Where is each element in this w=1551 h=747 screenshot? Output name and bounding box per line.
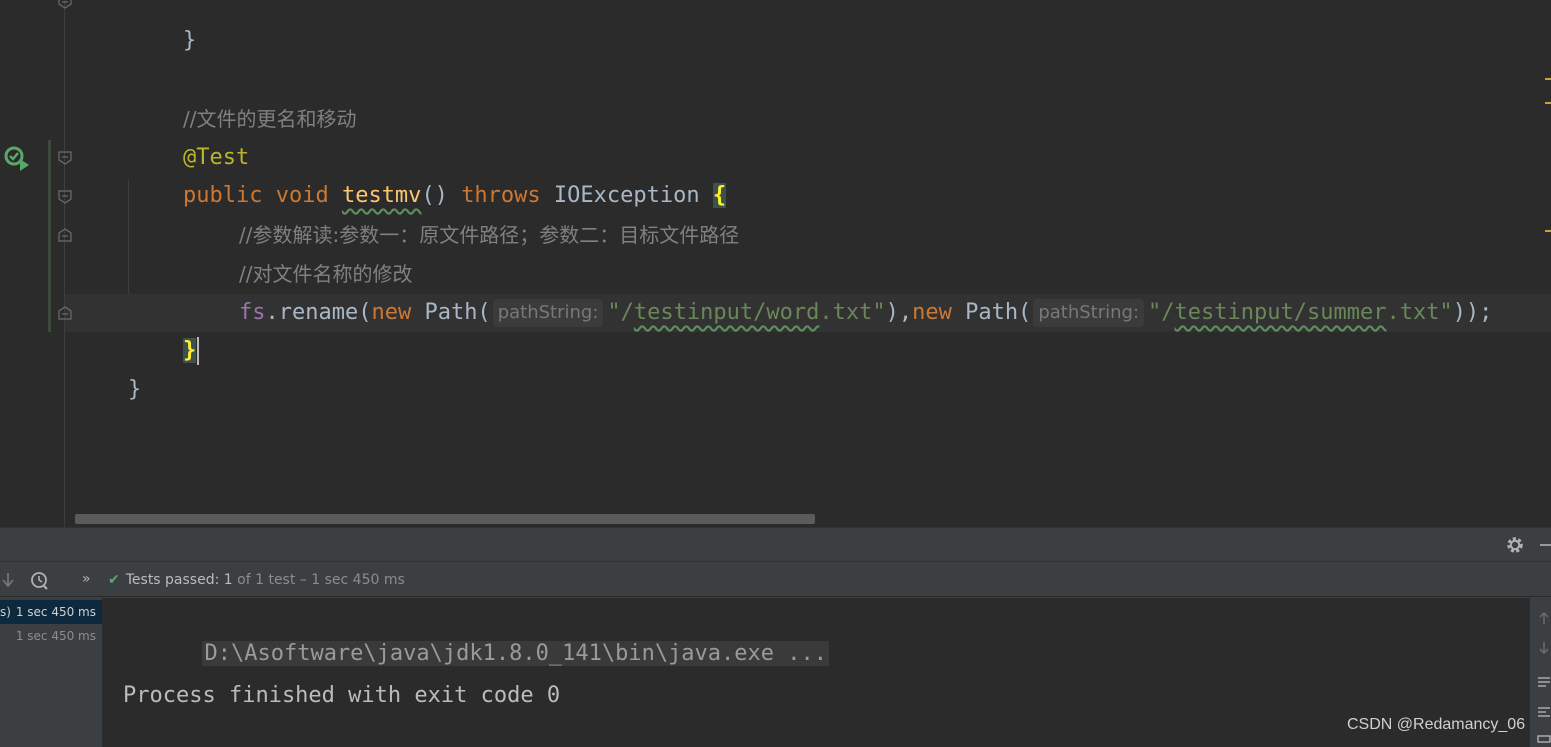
test-tree-row[interactable]: s) 1 sec 450 ms [0, 600, 102, 624]
scroll-down-icon[interactable] [1537, 640, 1551, 654]
string-rest: .txt" [1386, 300, 1453, 325]
class-close-brace: } [127, 377, 142, 402]
string-typo-part: testinput/word [633, 300, 820, 325]
call-end: )); [1452, 300, 1493, 325]
console-line: D:\Asoftware\java\jdk1.8.0_141\bin\java.… [123, 600, 830, 666]
closing-brace: } [182, 28, 197, 53]
test-toolbar: » ✔ Tests passed: 1 of 1 test – 1 sec 450… [0, 563, 1551, 597]
method-call-rename: .rename( [265, 300, 372, 325]
watermark: CSDN @Redamancy_06 [1347, 716, 1526, 733]
code-line[interactable]: } [130, 0, 196, 53]
tree-row-label: s) [0, 605, 11, 619]
run-test-icon[interactable] [3, 145, 31, 173]
status-count: 1 [223, 572, 233, 588]
fold-start-icon[interactable] [57, 150, 73, 166]
status-label: Tests passed: [125, 572, 220, 588]
code-line[interactable]: //参数解读:参数一：原文件路径；参数二：目标文件路径 [186, 178, 739, 247]
status-detail: of 1 test – 1 sec 450 ms [237, 572, 405, 588]
fold-end-icon[interactable] [57, 227, 73, 243]
test-duration: 1 sec 450 ms [15, 605, 96, 619]
code-line[interactable]: fs.rename(new Path(pathString: "/testinpu… [186, 256, 1492, 327]
class-path: Path( [965, 300, 1032, 325]
separator: ), [885, 300, 913, 325]
minimize-icon[interactable] [1540, 544, 1551, 546]
warning-stripe[interactable] [1545, 78, 1551, 80]
gear-icon[interactable] [1505, 535, 1525, 555]
field-fs: fs [238, 300, 266, 325]
horizontal-scrollbar-thumb[interactable] [75, 514, 815, 524]
run-panel-header [0, 528, 1551, 562]
gutter-separator [64, 0, 65, 527]
scroll-up-icon[interactable] [1537, 610, 1551, 624]
indent-guide [128, 180, 129, 294]
fold-end-icon[interactable] [57, 0, 73, 10]
close-brace-highlight: } [182, 338, 197, 363]
keyword-new: new [371, 300, 412, 325]
fold-end-icon[interactable] [57, 305, 73, 321]
tests-status: ✔ Tests passed: 1 of 1 test – 1 sec 450 m… [108, 570, 405, 590]
parameter-hint: pathString: [492, 299, 604, 327]
test-duration: 1 sec 450 ms [15, 629, 96, 643]
console-exit-message: Process finished with exit code 0 [123, 683, 561, 708]
warning-stripe[interactable] [1545, 230, 1551, 232]
string-rest: .txt" [819, 300, 886, 325]
code-editor[interactable]: } //文件的更名和移动 @Test public void testmv() … [0, 0, 1551, 527]
string-literal: "/testinput/summer.txt" [1148, 300, 1453, 325]
class-path: Path( [424, 300, 491, 325]
check-icon: ✔ [108, 572, 120, 588]
console-command[interactable]: D:\Asoftware\java\jdk1.8.0_141\bin\java.… [202, 641, 830, 666]
arrow-down-icon[interactable] [0, 570, 20, 590]
warning-stripe[interactable] [1545, 102, 1551, 104]
code-line[interactable]: } [75, 333, 141, 402]
string-quote: "/ [1148, 300, 1175, 325]
string-literal: "/testinput/word.txt" [607, 300, 885, 325]
code-line[interactable]: @Test [130, 101, 249, 170]
string-quote: "/ [607, 300, 634, 325]
soft-wrap-icon[interactable] [1537, 674, 1551, 688]
run-tool-window: » ✔ Tests passed: 1 of 1 test – 1 sec 450… [0, 527, 1551, 747]
code-line[interactable]: public void testmv() throws IOException … [130, 139, 727, 208]
fold-start-icon[interactable] [57, 189, 73, 205]
vcs-change-marker [48, 140, 51, 332]
test-tree-row[interactable]: 1 sec 450 ms [0, 624, 102, 648]
string-typo-part: testinput/summer [1174, 300, 1387, 325]
text-caret [197, 337, 200, 365]
scroll-to-end-icon[interactable] [1537, 704, 1551, 718]
more-actions-icon[interactable]: » [82, 570, 98, 590]
code-line[interactable]: } [130, 294, 200, 365]
parameter-hint: pathString: [1033, 299, 1145, 327]
keyword-new: new [912, 300, 952, 325]
history-clock-icon[interactable] [30, 570, 50, 590]
print-icon[interactable] [1537, 731, 1551, 745]
console-output[interactable]: D:\Asoftware\java\jdk1.8.0_141\bin\java.… [102, 598, 1530, 747]
code-line[interactable]: //对文件名称的修改 [186, 217, 412, 286]
test-results-tree: s) 1 sec 450 ms 1 sec 450 ms [0, 598, 102, 747]
code-line[interactable]: //文件的更名和移动 [130, 62, 356, 131]
